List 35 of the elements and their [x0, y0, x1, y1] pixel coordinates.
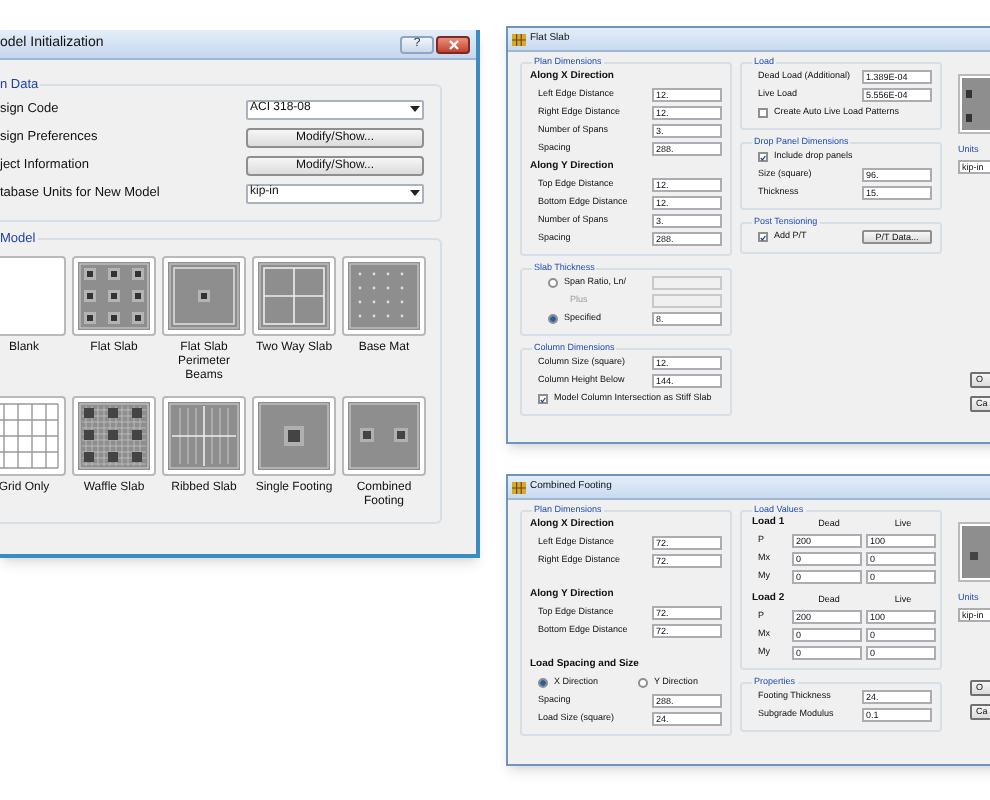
- template-tile[interactable]: [0, 255, 66, 335]
- slab-plan-icon: [78, 261, 150, 329]
- radio-button[interactable]: [548, 314, 558, 324]
- radio-button[interactable]: [548, 278, 558, 288]
- app-icon: [512, 33, 526, 45]
- template-tile[interactable]: [0, 395, 66, 475]
- template-tile[interactable]: [72, 255, 156, 335]
- template-tile[interactable]: [342, 395, 426, 475]
- slab-plan-icon: [258, 401, 330, 469]
- slab-plan-icon: [168, 401, 240, 469]
- slab-plan-icon: [348, 401, 420, 469]
- grid-icon: [0, 401, 60, 469]
- app-icon: [512, 481, 526, 493]
- template-tile[interactable]: [162, 395, 246, 475]
- template-tile[interactable]: [342, 255, 426, 335]
- caret-icon: [410, 190, 420, 197]
- slab-plan-icon: [168, 261, 240, 329]
- close-icon: [447, 39, 459, 49]
- template-tile[interactable]: [162, 255, 246, 335]
- radio-button[interactable]: [538, 678, 548, 688]
- template-tile[interactable]: [252, 395, 336, 475]
- slab-plan-icon: [258, 261, 330, 329]
- template-tile[interactable]: [72, 395, 156, 475]
- checkbox[interactable]: [538, 394, 548, 404]
- template-tile[interactable]: [252, 255, 336, 335]
- input-field[interactable]: [652, 276, 722, 290]
- radio-button[interactable]: [638, 678, 649, 688]
- checkbox[interactable]: [758, 108, 768, 118]
- caret-icon: [410, 106, 420, 113]
- close-button[interactable]: [436, 35, 470, 53]
- slab-plan-icon: [78, 401, 150, 469]
- input-field[interactable]: [652, 294, 722, 308]
- slab-plan-icon: [348, 261, 420, 329]
- checkbox[interactable]: [758, 232, 768, 242]
- checkbox[interactable]: [758, 152, 768, 162]
